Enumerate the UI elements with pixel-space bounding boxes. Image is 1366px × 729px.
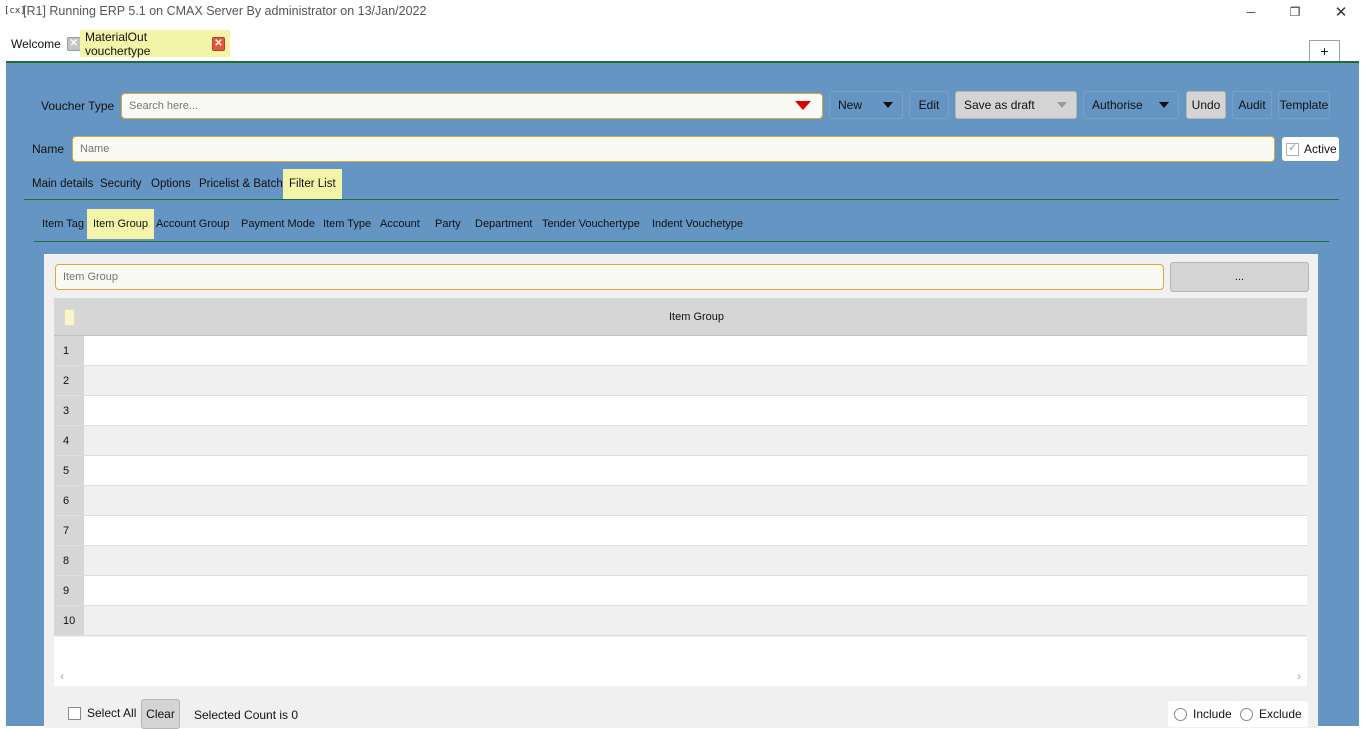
active-checkbox[interactable]: ✓ Active xyxy=(1282,137,1339,161)
minimize-button[interactable]: ─ xyxy=(1228,0,1274,24)
save-as-draft-button[interactable]: Save as draft xyxy=(955,91,1077,119)
minimize-icon: ─ xyxy=(1246,5,1256,19)
divider xyxy=(24,199,1339,200)
tab-label: Welcome xyxy=(11,36,61,51)
tab-label: MaterialOut vouchertype xyxy=(85,29,151,58)
authorise-label: Authorise xyxy=(1092,98,1143,112)
tab-item-group[interactable]: Item Group xyxy=(87,209,155,239)
checkbox-icon xyxy=(68,706,81,720)
authorise-button[interactable]: Authorise xyxy=(1083,91,1179,119)
save-as-draft-label: Save as draft xyxy=(964,98,1035,112)
dropdown-arrow-icon[interactable] xyxy=(795,101,811,110)
tab-welcome[interactable]: Welcome ✕ xyxy=(6,30,86,57)
selected-count: Selected Count is 0 xyxy=(194,708,299,722)
select-all-checkbox[interactable]: Select All xyxy=(62,700,142,726)
tab-account-group[interactable]: Account Group xyxy=(156,209,229,239)
exclude-radio[interactable]: Exclude xyxy=(1234,701,1308,727)
table-row[interactable]: 10 xyxy=(54,606,1307,636)
document-tab-strip: Welcome ✕ MaterialOut vouchertype ✕ xyxy=(0,24,1366,61)
name-label: Name xyxy=(32,142,65,156)
title-bar: [cx] [R1] Running ERP 5.1 on CMAX Server… xyxy=(0,0,1366,24)
restore-button[interactable]: ❐ xyxy=(1272,0,1318,24)
active-label: Active xyxy=(1304,142,1337,156)
voucher-type-search[interactable] xyxy=(121,93,823,119)
audit-button[interactable]: Audit xyxy=(1232,91,1272,119)
tab-party[interactable]: Party xyxy=(435,209,461,239)
table-row[interactable]: 2 xyxy=(54,366,1307,396)
voucher-type-label: Voucher Type xyxy=(41,99,115,113)
tab-item-type[interactable]: Item Type xyxy=(323,209,371,239)
table-row[interactable]: 7 xyxy=(54,516,1307,546)
add-tab-button[interactable]: + xyxy=(1309,40,1340,61)
close-icon: ✕ xyxy=(1334,4,1348,21)
column-header-item-group[interactable]: Item Group xyxy=(669,311,724,323)
tab-filter-list[interactable]: Filter List xyxy=(283,169,342,199)
tab-main-details[interactable]: Main details xyxy=(32,169,93,199)
select-all-label: Select All xyxy=(87,706,137,720)
tab-indent-vouchetype[interactable]: Indent Vouchetype xyxy=(652,209,743,239)
tab-options[interactable]: Options xyxy=(151,169,191,199)
new-dropdown-caret-icon[interactable] xyxy=(874,92,902,118)
tab-materialout-vouchertype[interactable]: MaterialOut vouchertype ✕ xyxy=(80,29,230,58)
horizontal-scrollbar[interactable]: ‹ › xyxy=(54,668,1307,686)
clear-label: Clear xyxy=(146,707,175,721)
exclude-label: Exclude xyxy=(1259,707,1302,721)
table-row[interactable]: 6 xyxy=(54,486,1307,516)
divider xyxy=(34,241,1329,242)
browse-button[interactable]: ... xyxy=(1170,262,1309,292)
voucher-type-search-input[interactable] xyxy=(122,94,822,118)
include-radio[interactable]: Include xyxy=(1168,701,1238,727)
undo-button[interactable]: Undo xyxy=(1186,91,1226,119)
tab-pricelist-batch[interactable]: Pricelist & Batch xyxy=(199,169,283,199)
scroll-left-icon[interactable]: ‹ xyxy=(60,669,64,683)
select-all-rows-checkbox[interactable] xyxy=(64,309,75,326)
tab-account[interactable]: Account xyxy=(380,209,420,239)
save-dropdown-caret-icon[interactable] xyxy=(1048,92,1076,118)
template-label: Template xyxy=(1279,98,1329,112)
tab-item-tag[interactable]: Item Tag xyxy=(42,209,84,239)
window-title: [R1] Running ERP 5.1 on CMAX Server By a… xyxy=(23,4,427,18)
grid-header: Item Group xyxy=(54,298,1307,336)
checkbox-icon: ✓ xyxy=(1286,141,1299,156)
name-field[interactable] xyxy=(72,136,1275,162)
tab-security[interactable]: Security xyxy=(100,169,142,199)
item-group-panel: ... Item Group 1 2 3 4 5 6 7 8 9 10 ‹ › … xyxy=(44,254,1318,729)
radio-icon xyxy=(1174,707,1187,721)
edit-button[interactable]: Edit xyxy=(909,91,949,119)
item-group-field[interactable] xyxy=(55,264,1164,290)
close-window-button[interactable]: ✕ xyxy=(1318,0,1364,24)
tab-department[interactable]: Department xyxy=(475,209,532,239)
name-input[interactable] xyxy=(73,137,1274,161)
radio-icon xyxy=(1240,707,1253,721)
close-tab-icon[interactable]: ✕ xyxy=(66,36,81,51)
template-button[interactable]: Template xyxy=(1278,91,1330,119)
table-row[interactable]: 4 xyxy=(54,426,1307,456)
restore-icon: ❐ xyxy=(1289,5,1301,19)
table-row[interactable]: 8 xyxy=(54,546,1307,576)
tab-tender-vouchertype[interactable]: Tender Vouchertype xyxy=(542,209,640,239)
plus-icon: + xyxy=(1320,43,1329,59)
clear-button[interactable]: Clear xyxy=(141,699,180,729)
item-group-input[interactable] xyxy=(56,265,1163,289)
close-tab-icon[interactable]: ✕ xyxy=(211,36,225,51)
new-button[interactable]: New xyxy=(829,91,903,119)
undo-label: Undo xyxy=(1191,98,1221,112)
edit-button-label: Edit xyxy=(918,98,940,112)
grid-empty-area xyxy=(54,637,1307,668)
include-label: Include xyxy=(1193,707,1232,721)
table-row[interactable]: 9 xyxy=(54,576,1307,606)
table-row[interactable]: 5 xyxy=(54,456,1307,486)
main-content: Voucher Type New Edit Save as draft Auth… xyxy=(6,61,1359,729)
audit-label: Audit xyxy=(1238,98,1266,112)
scroll-right-icon[interactable]: › xyxy=(1297,669,1301,683)
tab-payment-mode[interactable]: Payment Mode xyxy=(241,209,315,239)
table-row[interactable]: 3 xyxy=(54,396,1307,426)
new-button-label: New xyxy=(838,98,863,112)
authorise-dropdown-caret-icon[interactable] xyxy=(1150,92,1178,118)
table-row[interactable]: 1 xyxy=(54,336,1307,366)
browse-label: ... xyxy=(1234,271,1245,283)
